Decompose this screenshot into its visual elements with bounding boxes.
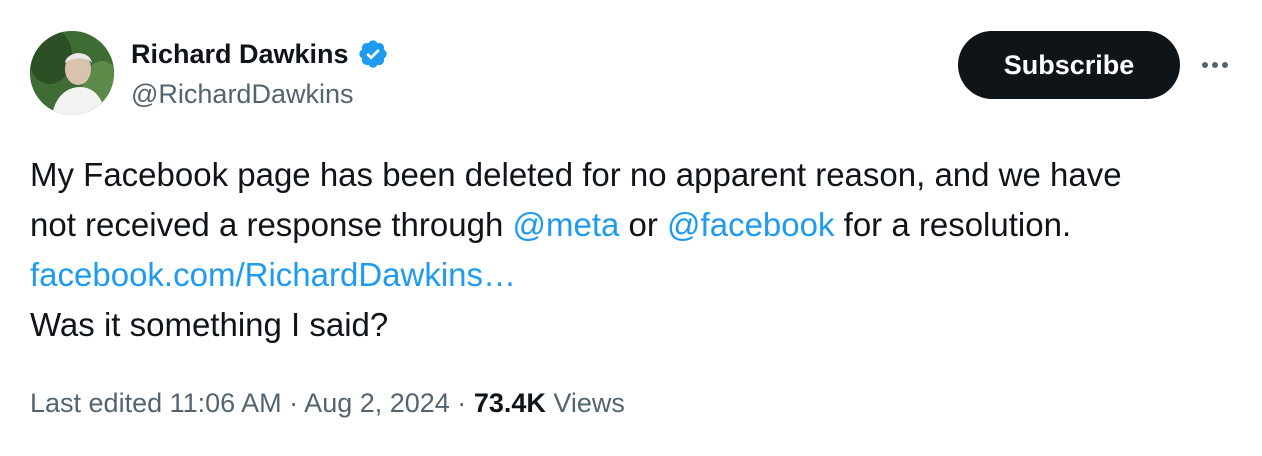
author-info: Richard Dawkins @RichardDawkins [131, 35, 389, 110]
avatar[interactable] [30, 31, 114, 115]
display-name[interactable]: Richard Dawkins [131, 39, 349, 70]
tweet-line-1: My Facebook page has been deleted for no… [30, 156, 1122, 193]
name-row: Richard Dawkins [131, 35, 389, 73]
verified-badge-icon[interactable] [357, 38, 389, 70]
mention-meta-link[interactable]: @meta [512, 206, 619, 243]
tweet-line-4: Was it something I said? [30, 306, 389, 343]
tweet-footer: Last edited 11:06 AM · Aug 2, 2024 · 73.… [30, 388, 625, 419]
views-count: 73.4K [473, 388, 546, 418]
tweet-line-2: not received a response through @meta or… [30, 200, 1240, 250]
tweet-text-segment: not received a response through [30, 206, 513, 243]
mention-facebook-link[interactable]: @facebook [667, 206, 834, 243]
facebook-page-link[interactable]: facebook.com/RichardDawkins… [30, 250, 1240, 300]
subscribe-button[interactable]: Subscribe [958, 31, 1180, 99]
tweet-text-segment: or [619, 206, 668, 243]
avatar-photo [30, 31, 114, 115]
edited-timestamp[interactable]: Last edited 11:06 AM · Aug 2, 2024 · [30, 388, 474, 418]
tweet-text-segment: for a resolution. [834, 206, 1072, 243]
views-label: Views [545, 388, 625, 418]
author-handle[interactable]: @RichardDawkins [131, 79, 389, 110]
more-options-icon[interactable] [1198, 48, 1232, 82]
tweet-text: My Facebook page has been deleted for no… [30, 150, 1240, 350]
